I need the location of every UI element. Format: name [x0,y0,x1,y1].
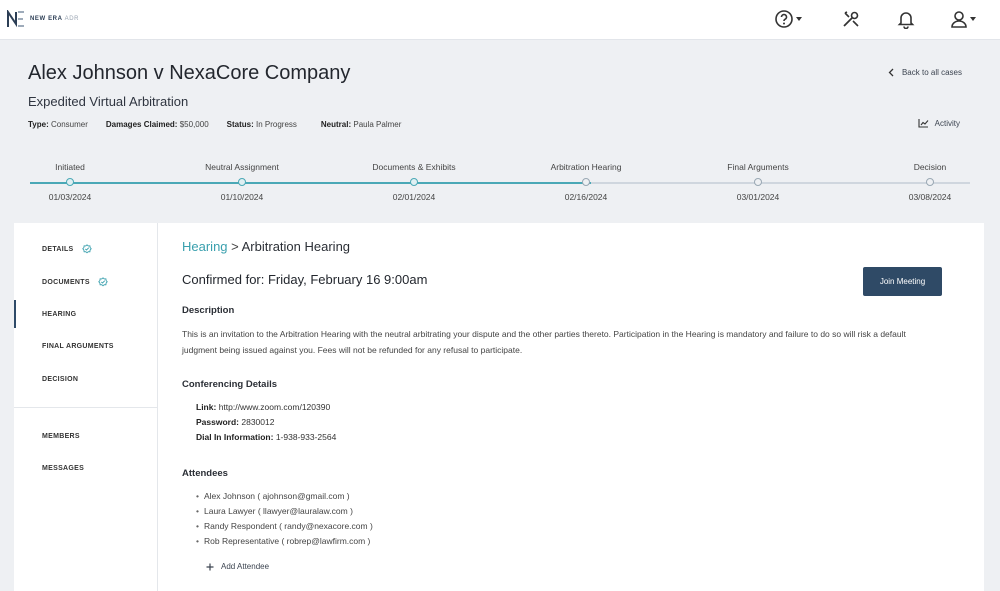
chevron-left-icon [888,68,894,77]
step-name: Initiated [55,162,85,172]
step-initiated[interactable]: Initiated 01/03/2024 [0,160,140,202]
step-date: 02/01/2024 [392,192,436,202]
sidebar-divider [14,407,157,408]
step-final-arguments[interactable]: Final Arguments 03/01/2024 [688,160,828,202]
case-panel: DETAILS DOCUMENTS HEARING FINAL ARGUMENT… [14,223,984,591]
attendee-item: Randy Respondent ( randy@nexacore.com ) [196,521,373,531]
step-arbitration-hearing[interactable]: Arbitration Hearing 02/16/2024 [516,160,656,202]
help-menu[interactable] [774,8,802,30]
breadcrumb-hearing-link[interactable]: Hearing [182,239,228,254]
brand-logo[interactable]: NEW ERA ADR [6,10,79,28]
conferencing-heading: Conferencing Details [182,379,278,390]
sidebar-item-hearing[interactable]: HEARING [14,300,157,328]
brand-name: NEW ERA ADR [30,16,80,22]
step-name: Documents & Exhibits [372,162,456,172]
help-icon [775,10,793,28]
step-decision[interactable]: Decision 03/08/2024 [860,160,1000,202]
sidebar-item-label: DOCUMENTS [42,278,90,286]
sidebar-item-decision[interactable]: DECISION [14,365,157,393]
case-subtitle: Expedited Virtual Arbitration [28,94,189,109]
conf-link: Link: http://www.zoom.com/120390 [196,402,331,412]
logo-mark-icon [7,10,24,28]
step-dot [238,178,246,186]
chevron-down-icon [970,17,976,21]
attendees-heading: Attendees [182,468,228,479]
sidebar: DETAILS DOCUMENTS HEARING FINAL ARGUMENT… [14,223,158,591]
breadcrumb-separator: > [227,239,242,254]
step-dot [410,178,418,186]
sidebar-item-label: DETAILS [42,245,74,253]
sidebar-item-members[interactable]: MEMBERS [14,422,157,450]
chevron-down-icon [796,17,802,21]
step-date: 02/16/2024 [564,192,608,202]
step-date: 03/08/2024 [908,192,952,202]
step-neutral-assignment[interactable]: Neutral Assignment 01/10/2024 [172,160,312,202]
notifications-button[interactable] [897,8,915,30]
step-documents-exhibits[interactable]: Documents & Exhibits 02/01/2024 [344,160,484,202]
conf-link-value[interactable]: http://www.zoom.com/120390 [219,402,331,412]
add-attendee-button[interactable]: Add Attendee [206,562,269,571]
tools-icon [843,11,859,27]
back-label: Back to all cases [901,68,962,77]
step-dot [66,178,74,186]
step-name: Final Arguments [727,162,789,172]
check-badge-icon [98,277,108,287]
user-menu[interactable] [950,8,976,30]
meta-neutral: Neutral: Paula Palmer [320,120,402,129]
sidebar-item-label: MESSAGES [42,464,85,472]
user-icon [951,11,967,28]
check-badge-icon [81,244,92,254]
step-date: 03/01/2024 [736,192,780,202]
case-meta: Type: Consumer Damages Claimed: $50,000 … [28,120,401,129]
back-to-cases-link[interactable]: Back to all cases [888,68,962,77]
attendee-item: Rob Representative ( robrep@lawfirm.com … [196,536,370,546]
conf-dial-in: Dial In Information: 1-938-933-2564 [196,432,337,442]
attendee-item: Laura Lawyer ( llawyer@lauralaw.com ) [196,506,353,516]
sidebar-item-messages[interactable]: MESSAGES [14,454,157,482]
meta-status: Status: In Progress [226,120,297,129]
top-bar: NEW ERA ADR [0,0,1000,40]
sidebar-item-details[interactable]: DETAILS [14,235,157,263]
meta-damages: Damages Claimed: $50,000 [105,120,209,129]
step-dot [926,178,934,186]
add-attendee-label: Add Attendee [221,562,270,571]
bell-icon [897,12,915,29]
activity-label: Activity [934,119,960,128]
sidebar-item-final-arguments[interactable]: FINAL ARGUMENTS [14,332,157,360]
step-name: Arbitration Hearing [550,162,622,172]
meta-type: Type: Consumer [28,120,88,129]
breadcrumb: Hearing > Arbitration Hearing [182,239,350,254]
description-heading: Description [182,305,235,316]
sidebar-item-label: HEARING [42,310,77,318]
step-dot [754,178,762,186]
step-date: 01/10/2024 [220,192,264,202]
conf-password: Password: 2830012 [196,417,275,427]
step-name: Decision [913,162,947,172]
breadcrumb-current: Arbitration Hearing [241,239,351,254]
step-name: Neutral Assignment [205,162,279,172]
chart-icon [918,119,929,128]
progress-stepper: Initiated 01/03/2024 Neutral Assignment 01/… [0,160,1000,210]
sidebar-item-label: MEMBERS [42,432,80,440]
step-dot [582,178,590,186]
case-title: Alex Johnson v NexaCore Company [28,62,351,84]
sidebar-item-documents[interactable]: DOCUMENTS [14,268,157,296]
sidebar-item-label: DECISION [42,375,79,383]
attendee-item: Alex Johnson ( ajohnson@gmail.com ) [196,491,350,501]
sidebar-item-label: FINAL ARGUMENTS [42,342,114,350]
tools-button[interactable] [841,8,861,30]
activity-link[interactable]: Activity [918,119,960,128]
description-text: This is an invitation to the Arbitration… [182,329,906,355]
join-meeting-button[interactable]: Join Meeting [863,267,942,296]
plus-icon [206,563,214,570]
hearing-confirmed-time: Confirmed for: Friday, February 16 9:00a… [182,272,428,287]
stepper-track [30,182,970,184]
step-date: 01/03/2024 [48,192,92,202]
